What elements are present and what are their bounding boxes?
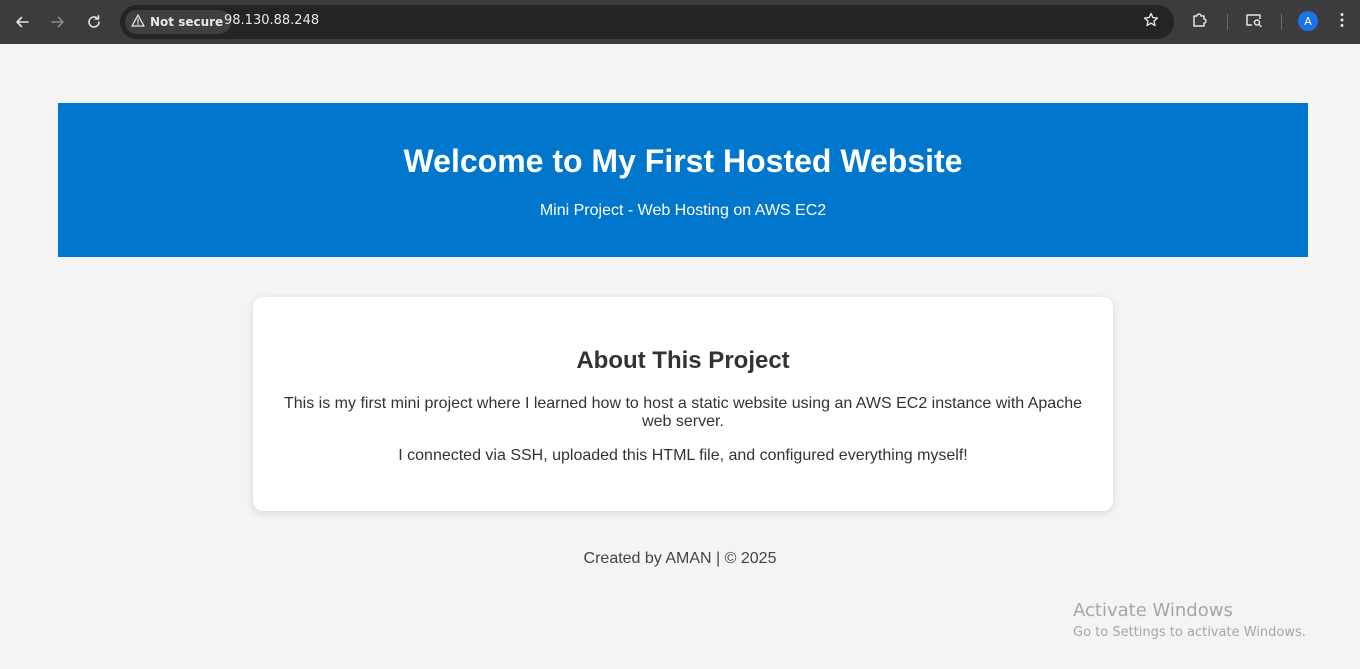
page-title: Welcome to My First Hosted Website [403,143,963,179]
browser-toolbar: Not secure 98.130.88.248 A [0,0,1360,44]
watermark-subtitle: Go to Settings to activate Windows. [1073,625,1306,640]
about-heading: About This Project [576,347,790,374]
security-label: Not secure [150,15,224,29]
extensions-button[interactable] [1186,8,1214,36]
warning-triangle-icon [131,14,145,30]
page-subtitle: Mini Project - Web Hosting on AWS EC2 [539,202,827,219]
bookmark-button[interactable] [1140,11,1162,33]
forward-button[interactable] [44,8,72,36]
windows-activation-watermark: Activate Windows Go to Settings to activ… [1073,600,1306,642]
reload-button[interactable] [80,8,108,36]
about-paragraph-1: This is my first mini project where I le… [284,395,1082,430]
security-indicator[interactable]: Not secure [125,10,232,34]
star-icon [1143,12,1159,33]
web-page: Welcome to My First Hosted Website Mini … [0,44,1360,669]
url-text[interactable]: 98.130.88.248 [224,13,319,28]
tab-search-button[interactable] [1240,8,1268,36]
site-header: Welcome to My First Hosted Website Mini … [58,103,1308,257]
back-button[interactable] [8,8,36,36]
address-bar[interactable]: Not secure 98.130.88.248 [120,5,1174,39]
site-footer: Created by AMAN | © 2025 [583,550,777,567]
arrow-right-icon [50,14,66,30]
reload-icon [86,14,102,30]
about-paragraph-2: I connected via SSH, uploaded this HTML … [398,447,968,464]
profile-avatar[interactable]: A [1298,11,1318,31]
puzzle-icon [1191,11,1209,34]
browser-menu-button[interactable] [1328,8,1356,36]
about-card: About This Project This is my first mini… [253,297,1113,511]
tab-search-icon [1245,12,1263,33]
toolbar-separator [1227,14,1228,30]
watermark-title: Activate Windows [1073,600,1233,621]
toolbar-separator [1281,14,1282,30]
arrow-left-icon [14,14,30,30]
kebab-menu-icon [1340,12,1344,33]
